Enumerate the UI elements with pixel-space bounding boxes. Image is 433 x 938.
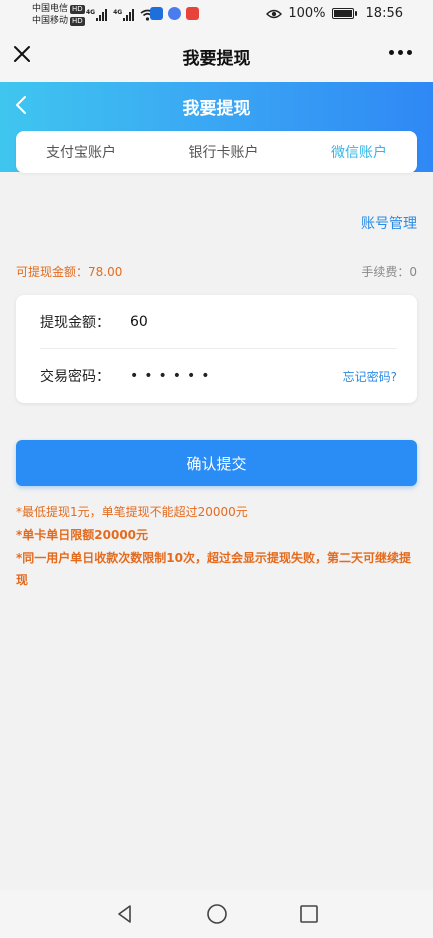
- amount-label: 提现金额：: [40, 314, 110, 331]
- page-title: 我要提现: [182, 49, 251, 69]
- header-title: 我要提现: [182, 99, 251, 119]
- available-balance: 可提现金额：78.00: [16, 265, 123, 279]
- signal-indicators: 4G 4G: [86, 7, 155, 21]
- amount-row: 提现金额：: [40, 295, 397, 349]
- status-right: 100% 18:56: [266, 6, 403, 21]
- withdraw-notes: *最低提现1元，单笔提现不能超过20000元 *单卡单日限额20000元 *同一…: [16, 501, 420, 592]
- hd-badge: HD: [70, 17, 85, 26]
- confirm-submit-button[interactable]: 确认提交: [16, 440, 417, 486]
- shopping-app-icon: [186, 7, 199, 20]
- signal-bars-icon: [123, 9, 135, 21]
- more-dot: [407, 50, 412, 55]
- more-options-button[interactable]: [389, 50, 415, 60]
- clock: 18:56: [365, 6, 403, 21]
- more-dot: [398, 50, 403, 55]
- password-input[interactable]: ••••••: [130, 368, 216, 384]
- circle-home-icon: [206, 904, 227, 924]
- forgot-password-link[interactable]: 忘记密码?: [343, 368, 397, 385]
- app-notification-icon: [150, 7, 163, 20]
- account-manage-link[interactable]: 账号管理: [361, 213, 417, 233]
- tab-bank-card[interactable]: 银行卡账户: [189, 142, 259, 162]
- withdraw-form: 提现金额： 交易密码： •••••• 忘记密码?: [16, 295, 417, 403]
- tab-alipay[interactable]: 支付宝账户: [46, 142, 116, 162]
- eye-icon: [266, 9, 283, 18]
- password-label: 交易密码：: [40, 369, 110, 385]
- top-nav-bar: 我要提现: [0, 30, 433, 82]
- status-bar: 中国电信 HD 中国移动 HD 4G 4G 100% 18:56: [0, 0, 433, 30]
- nav-home-button[interactable]: [206, 903, 228, 925]
- signal-bars-icon: [96, 9, 108, 21]
- triangle-back-icon: [117, 905, 131, 923]
- note-item: *最低提现1元，单笔提现不能超过20000元: [16, 505, 248, 519]
- carrier-2: 中国移动: [32, 16, 69, 26]
- network-type-2: 4G: [113, 9, 123, 16]
- battery-percent: 100%: [288, 6, 326, 21]
- more-dot: [389, 50, 394, 55]
- carrier-1: 中国电信: [32, 4, 69, 14]
- music-app-icon: [168, 7, 181, 20]
- nav-back-button[interactable]: [114, 903, 136, 925]
- square-recent-icon: [299, 905, 318, 923]
- hd-badge: HD: [70, 5, 85, 14]
- carrier-info: 中国电信 HD 中国移动 HD: [32, 3, 85, 27]
- amount-input[interactable]: [130, 313, 310, 330]
- network-type-1: 4G: [86, 9, 96, 16]
- note-item: *同一用户单日收款次数限制10次，超过会显示提现失败，第二天可继续提现: [16, 551, 411, 587]
- password-row: 交易密码： •••••• 忘记密码?: [40, 349, 397, 403]
- account-type-tabs: 支付宝账户 银行卡账户 微信账户: [16, 131, 417, 173]
- note-item: *单卡单日限额20000元: [16, 528, 149, 542]
- nav-recent-button[interactable]: [298, 903, 320, 925]
- system-nav-bar: [0, 890, 433, 938]
- service-fee: 手续费：0: [361, 265, 417, 279]
- tab-wechat[interactable]: 微信账户: [331, 142, 387, 162]
- battery-icon: [331, 8, 357, 19]
